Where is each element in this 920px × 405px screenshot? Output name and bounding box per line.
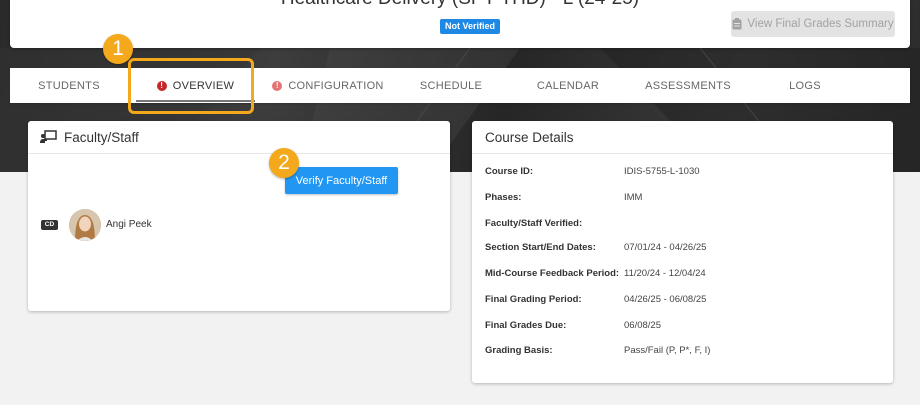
detail-row-phases: Phases: IMM bbox=[485, 192, 643, 203]
faculty-staff-card: Faculty/Staff Verify Faculty/Staff CD An… bbox=[28, 121, 450, 311]
summary-button-label: View Final Grades Summary bbox=[747, 18, 894, 30]
avatar bbox=[69, 209, 101, 241]
detail-row-section-dates: Section Start/End Dates: 07/01/24 - 04/2… bbox=[485, 242, 707, 253]
view-final-grades-summary-button[interactable]: View Final Grades Summary bbox=[731, 11, 895, 37]
tab-students[interactable]: STUDENTS bbox=[24, 68, 114, 103]
course-details-title: Course Details bbox=[485, 129, 574, 145]
tab-label: LOGS bbox=[789, 79, 821, 92]
tab-schedule[interactable]: SCHEDULE bbox=[406, 68, 496, 103]
clipboard-icon bbox=[732, 18, 742, 30]
exclamation-circle-icon: ! bbox=[272, 80, 283, 91]
tab-label: CALENDAR bbox=[536, 79, 600, 92]
faculty-member-name: Angi Peek bbox=[106, 219, 152, 230]
presenter-board-icon bbox=[40, 130, 57, 143]
tab-label: SCHEDULE bbox=[419, 79, 483, 92]
tab-calendar[interactable]: CALENDAR bbox=[523, 68, 613, 103]
verification-status-badge: Not Verified bbox=[440, 19, 501, 34]
detail-row-course-id: Course ID: IDIS-5755-L-1030 bbox=[485, 166, 700, 177]
callout-step-1: 1 bbox=[103, 34, 133, 64]
course-details-header: Course Details bbox=[472, 121, 893, 154]
tab-configuration[interactable]: ! CONFIGURATION bbox=[268, 68, 388, 103]
detail-row-faculty-verified: Faculty/Staff Verified: bbox=[485, 218, 583, 229]
role-badge: CD bbox=[41, 220, 58, 230]
detail-row-final-grades-due: Final Grades Due: 06/08/25 bbox=[485, 320, 661, 331]
course-details-card: Course Details Course ID: IDIS-5755-L-10… bbox=[472, 121, 893, 383]
course-title: Healthcare Delivery (SPT-THD) - L (24-25… bbox=[10, 0, 910, 10]
callout-step-2: 2 bbox=[269, 148, 299, 178]
detail-row-mid-course-feedback: Mid-Course Feedback Period: 11/20/24 - 1… bbox=[485, 268, 706, 279]
overview-tab-highlight bbox=[128, 58, 254, 114]
faculty-staff-title: Faculty/Staff bbox=[64, 129, 139, 145]
detail-row-final-grading-period: Final Grading Period: 04/26/25 - 06/08/2… bbox=[485, 294, 707, 305]
tab-logs[interactable]: LOGS bbox=[770, 68, 840, 103]
tab-assessments[interactable]: ASSESSMENTS bbox=[638, 68, 738, 103]
tab-label: STUDENTS bbox=[38, 79, 100, 92]
tab-label: ASSESSMENTS bbox=[645, 79, 731, 92]
course-header: Healthcare Delivery (SPT-THD) - L (24-25… bbox=[10, 0, 910, 48]
verify-faculty-staff-button[interactable]: Verify Faculty/Staff bbox=[285, 167, 398, 194]
faculty-staff-header: Faculty/Staff bbox=[28, 121, 450, 154]
tab-label: CONFIGURATION bbox=[288, 79, 384, 92]
detail-row-grading-basis: Grading Basis: Pass/Fail (P, P*, F, I) bbox=[485, 345, 711, 356]
